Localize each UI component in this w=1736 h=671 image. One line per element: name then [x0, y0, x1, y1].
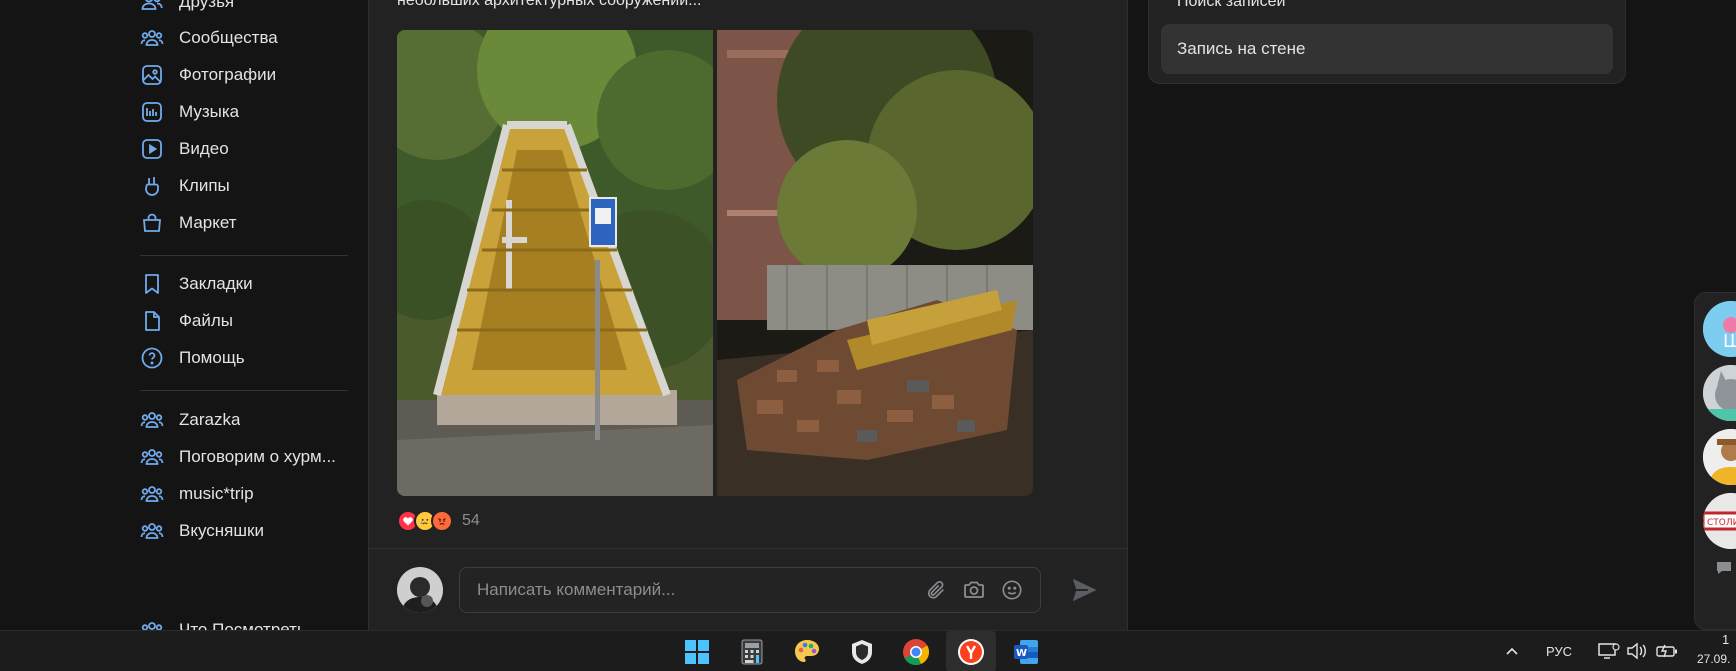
windows-taskbar: W РУС 1 27.09. [0, 630, 1736, 671]
chat-avatar[interactable]: Ш [1703, 301, 1736, 357]
wall-post-label: Запись на стене [1177, 39, 1306, 58]
tray-chevron-up-icon[interactable] [1505, 644, 1519, 658]
chrome-icon [903, 638, 930, 665]
comment-input[interactable]: Написать комментарий... [459, 567, 1041, 613]
post-photo-bus-stop[interactable] [397, 30, 713, 496]
sidebar-item-label: Фотографии [179, 65, 277, 84]
emoji-icon[interactable] [998, 576, 1026, 604]
sidebar-item-label: Помощь [179, 348, 245, 367]
camera-icon[interactable] [960, 576, 988, 604]
chat-avatar[interactable] [1703, 429, 1736, 485]
wall-post: небольших архитектурных сооружений... 54… [368, 0, 1128, 630]
sidebar-item-label: Сообщества [179, 28, 278, 47]
chat-avatar[interactable]: СТОЛИЦА [1703, 493, 1736, 549]
svg-text:СТОЛИЦА: СТОЛИЦА [1707, 518, 1736, 528]
start-button[interactable] [672, 631, 722, 671]
chat-bar: Ш СТОЛИЦА [1694, 292, 1736, 630]
photos-icon [140, 63, 164, 87]
paint-palette-icon [795, 639, 819, 662]
chrome-app[interactable] [891, 631, 941, 671]
help-icon [140, 346, 164, 370]
yandex-browser-app[interactable] [946, 631, 996, 671]
sidebar-item-bookmarks[interactable]: Закладки [140, 266, 355, 302]
files-icon [140, 309, 164, 333]
svg-text:W: W [1016, 648, 1027, 659]
sidebar-item-label: Закладки [179, 274, 253, 293]
security-app[interactable] [837, 631, 887, 671]
sidebar-item-files[interactable]: Файлы [140, 303, 355, 339]
friends-icon [140, 0, 164, 14]
left-sidebar: Друзья Сообщества Фотографии Музыка Виде… [0, 0, 368, 639]
sidebar-divider [140, 390, 348, 391]
sidebar-item-help[interactable]: Помощь [140, 340, 355, 376]
sidebar-item-friends[interactable]: Друзья [140, 0, 355, 20]
bookmark-icon [140, 272, 164, 296]
video-icon [140, 137, 164, 161]
windows-icon [685, 639, 709, 664]
sidebar-item-photos[interactable]: Фотографии [140, 57, 355, 93]
sidebar-item-group-music-trip[interactable]: music*trip [140, 476, 355, 512]
sidebar-item-group-persimmon[interactable]: Поговорим о хурм... [140, 439, 355, 475]
comment-placeholder: Написать комментарий... [477, 580, 676, 599]
sidebar-item-market[interactable]: Маркет [140, 205, 355, 241]
keyboard-language[interactable]: РУС [1546, 644, 1572, 659]
sidebar-item-label: Друзья [179, 0, 235, 11]
sidebar-item-label: Zarazka [179, 410, 241, 429]
post-divider [369, 548, 1127, 549]
yandex-icon [958, 638, 984, 665]
volume-icon[interactable] [1626, 641, 1648, 661]
user-avatar[interactable] [397, 567, 443, 613]
network-icon[interactable] [1597, 641, 1621, 661]
group-icon [140, 408, 164, 432]
calculator-app[interactable] [727, 631, 777, 671]
shield-icon [852, 639, 872, 664]
app-window: Друзья Сообщества Фотографии Музыка Виде… [0, 0, 1736, 671]
svg-text:Ш: Ш [1723, 331, 1736, 352]
sidebar-item-label: Маркет [179, 213, 237, 232]
sidebar-item-music[interactable]: Музыка [140, 94, 355, 130]
post-photo-ruins[interactable] [717, 30, 1033, 496]
market-icon [140, 211, 164, 235]
sidebar-item-video[interactable]: Видео [140, 131, 355, 167]
sidebar-item-group-zarazka[interactable]: Zarazka [140, 402, 355, 438]
search-posts-item[interactable]: Поиск записей [1177, 0, 1285, 11]
communities-icon [140, 26, 164, 50]
sidebar-item-label: Музыка [179, 102, 240, 121]
reactions-bar[interactable]: 54 [397, 510, 480, 532]
sidebar-item-group-sweets[interactable]: Вкусняшки [140, 513, 355, 549]
clips-icon [140, 174, 164, 198]
angry-reaction-icon [431, 510, 453, 532]
sidebar-item-label: Клипы [179, 176, 230, 195]
music-icon [140, 100, 164, 124]
sidebar-divider [140, 255, 348, 256]
sidebar-item-label: Файлы [179, 311, 234, 330]
sidebar-item-label: Видео [179, 139, 229, 158]
clock-date[interactable]: 27.09. [1697, 652, 1730, 666]
chat-bubble-icon[interactable] [1715, 561, 1733, 575]
reactions-count: 54 [462, 512, 480, 529]
send-icon[interactable] [1069, 575, 1099, 605]
paint-app[interactable] [782, 631, 832, 671]
wall-post-item[interactable]: Запись на стене [1161, 24, 1613, 74]
wall-filter-panel: Поиск записей Запись на стене [1148, 0, 1626, 84]
sidebar-item-clips[interactable]: Клипы [140, 168, 355, 204]
sidebar-item-label: music*trip [179, 484, 254, 503]
sidebar-item-label: Поговорим о хурм... [179, 447, 336, 466]
word-app[interactable]: W [1001, 631, 1051, 671]
group-icon [140, 519, 164, 543]
attach-icon[interactable] [922, 576, 950, 604]
calculator-icon [741, 639, 763, 664]
word-icon: W [1014, 639, 1038, 664]
chat-avatar[interactable] [1703, 365, 1736, 421]
post-text: небольших архитектурных сооружений... [397, 0, 702, 9]
sidebar-item-communities[interactable]: Сообщества [140, 20, 355, 56]
clock-time[interactable]: 1 [1722, 632, 1729, 647]
battery-icon[interactable] [1655, 641, 1679, 661]
group-icon [140, 482, 164, 506]
sidebar-item-label: Вкусняшки [179, 521, 264, 540]
group-icon [140, 445, 164, 469]
